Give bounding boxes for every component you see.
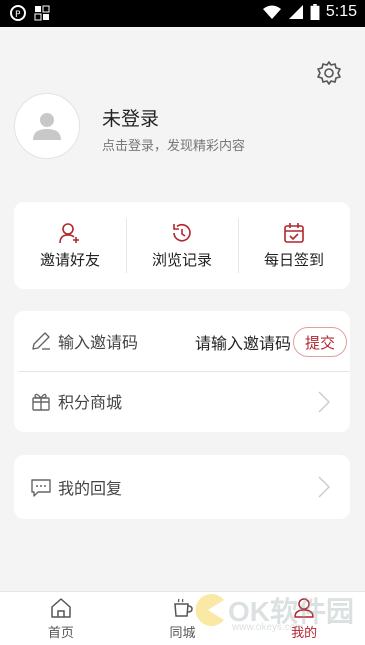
nav-mine[interactable]: 我的 (243, 592, 365, 645)
invite-friends-button[interactable]: 邀请好友 (14, 202, 126, 289)
avatar[interactable] (14, 93, 80, 159)
history-label: 浏览记录 (151, 251, 212, 269)
chevron-right-icon (318, 476, 330, 498)
bottom-nav: 首页 同城 我的 (0, 591, 365, 645)
my-replies-label: 我的回复 (58, 479, 123, 498)
invite-code-input[interactable]: 请输入邀请码 (195, 330, 291, 354)
points-mall-label: 积分商城 (58, 393, 123, 412)
invite-code-label: 输入邀请码 (58, 333, 139, 352)
status-bar: P 5:15 (0, 0, 365, 27)
battery-icon (310, 4, 320, 20)
app-p-icon: P (10, 5, 26, 21)
history-icon (173, 223, 191, 242)
nav-home-label: 首页 (47, 626, 74, 641)
daily-checkin-button[interactable]: 每日签到 (238, 202, 350, 289)
points-mall-row[interactable]: 积分商城 (14, 371, 350, 431)
nav-home[interactable]: 首页 (0, 592, 122, 645)
nav-mine-label: 我的 (291, 626, 318, 641)
reply-card: 我的回复 (14, 455, 350, 519)
my-replies-row[interactable]: 我的回复 (14, 455, 350, 519)
quick-actions-card: 邀请好友 浏览记录 每日签到 (14, 202, 350, 289)
cup-icon (173, 598, 193, 617)
pencil-icon (32, 332, 50, 350)
person-icon (294, 598, 314, 618)
menu-list-card: 输入邀请码 请输入邀请码 提交 积分商城 (14, 311, 350, 432)
history-button[interactable]: 浏览记录 (126, 202, 238, 289)
signal-icon (288, 5, 303, 19)
submit-button[interactable]: 提交 (293, 327, 347, 357)
wifi-icon (262, 5, 281, 19)
gear-icon (317, 61, 341, 85)
nav-local[interactable]: 同城 (122, 592, 244, 645)
calendar-check-icon (284, 223, 304, 243)
comment-icon (31, 479, 51, 497)
daily-checkin-label: 每日签到 (263, 251, 324, 269)
profile-subtitle[interactable]: 点击登录，发现精彩内容 (102, 135, 245, 154)
settings-button[interactable] (316, 60, 342, 86)
home-icon (51, 598, 71, 618)
add-user-icon (59, 223, 79, 244)
screen-grid-icon (34, 5, 50, 21)
profile-name[interactable]: 未登录 (102, 104, 159, 131)
svg-text:P: P (15, 10, 21, 20)
chevron-right-icon (318, 391, 330, 413)
status-time: 5:15 (325, 3, 357, 20)
gift-icon (32, 393, 50, 411)
invite-friends-label: 邀请好友 (39, 251, 100, 269)
invite-code-row[interactable]: 输入邀请码 请输入邀请码 提交 (14, 311, 350, 371)
nav-local-label: 同城 (169, 626, 196, 641)
user-placeholder-icon (33, 113, 61, 140)
